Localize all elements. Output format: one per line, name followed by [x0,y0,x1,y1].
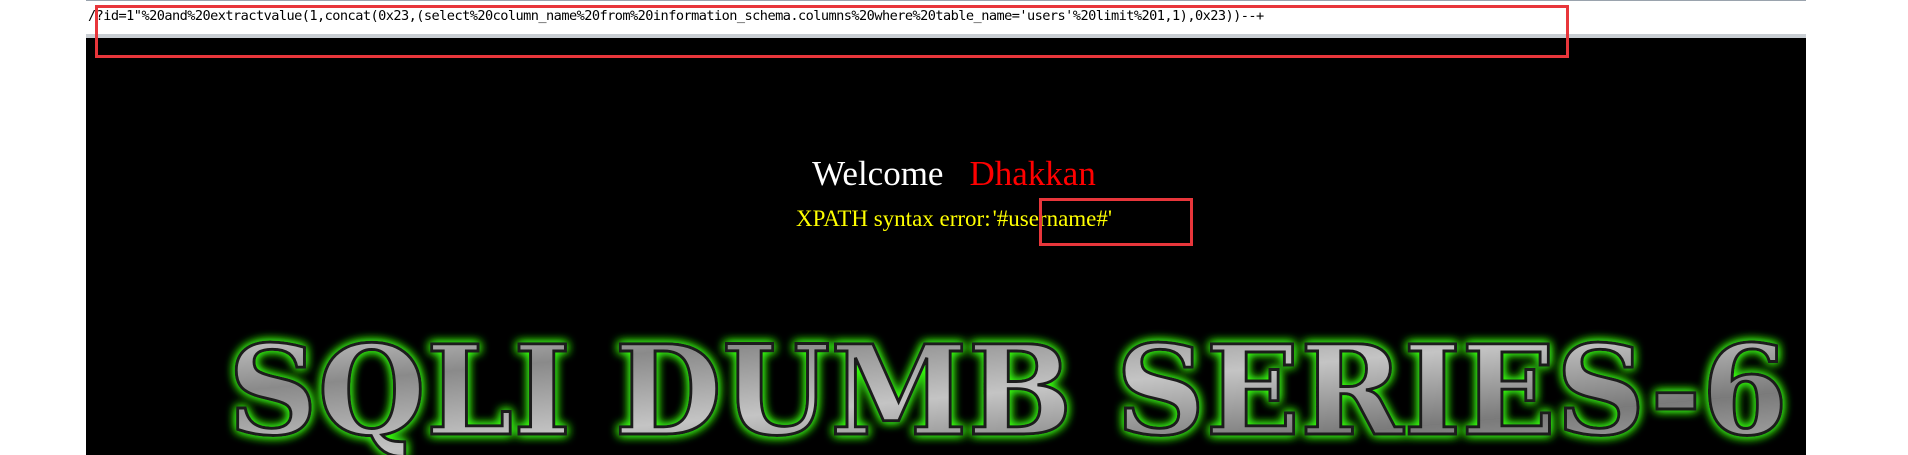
url-highlight-box [95,5,1569,58]
welcome-line: Welcome Dhakkan [0,154,1908,194]
banner-text: SQLI DUMB SERIES-6 [228,322,1788,455]
welcome-label: Welcome [812,154,944,193]
error-label: XPATH syntax error: [795,206,991,231]
error-message: XPATH syntax error:'#username#' [0,205,1908,233]
error-highlight-box [1039,198,1193,246]
user-name: Dhakkan [969,154,1096,193]
screenshot: Welcome Dhakkan XPATH syntax error:'#user… [0,0,1908,455]
series-banner: SQLI DUMB SERIES-6 [227,322,1790,455]
